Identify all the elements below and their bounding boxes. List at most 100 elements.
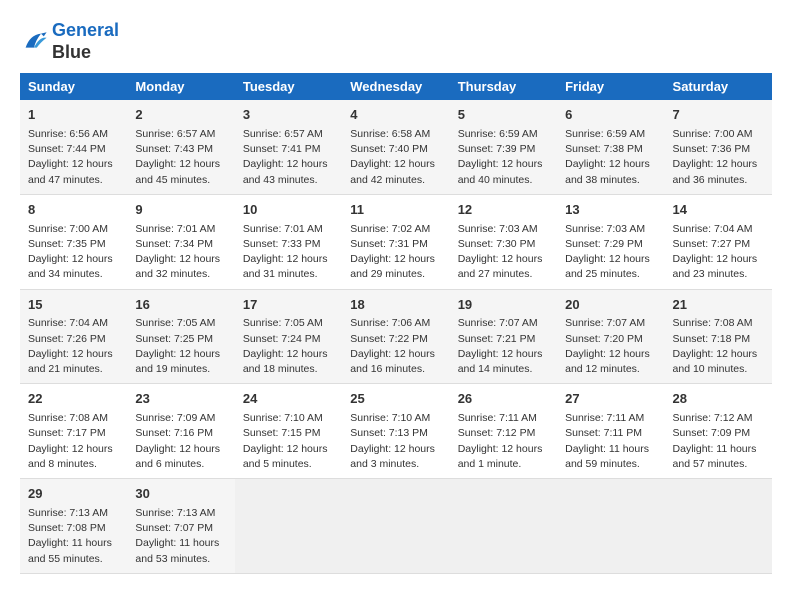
day-number: 28 bbox=[673, 390, 764, 409]
sunset: Sunset: 7:12 PM bbox=[458, 427, 536, 439]
calendar-cell: 17Sunrise: 7:05 AMSunset: 7:24 PMDayligh… bbox=[235, 289, 342, 384]
day-number: 1 bbox=[28, 106, 119, 125]
sunrise: Sunrise: 6:57 AM bbox=[135, 128, 215, 140]
logo: General Blue bbox=[20, 20, 119, 63]
sunset: Sunset: 7:24 PM bbox=[243, 333, 321, 345]
sunrise: Sunrise: 7:06 AM bbox=[350, 317, 430, 329]
daylight: Daylight: 12 hours and 18 minutes. bbox=[243, 348, 328, 375]
day-number: 12 bbox=[458, 201, 549, 220]
daylight: Daylight: 12 hours and 21 minutes. bbox=[28, 348, 113, 375]
sunrise: Sunrise: 7:07 AM bbox=[458, 317, 538, 329]
daylight: Daylight: 12 hours and 47 minutes. bbox=[28, 158, 113, 185]
calendar-cell bbox=[235, 479, 342, 574]
sunset: Sunset: 7:25 PM bbox=[135, 333, 213, 345]
day-number: 7 bbox=[673, 106, 764, 125]
day-number: 22 bbox=[28, 390, 119, 409]
day-number: 3 bbox=[243, 106, 334, 125]
week-row-1: 1Sunrise: 6:56 AMSunset: 7:44 PMDaylight… bbox=[20, 100, 772, 194]
calendar-cell: 15Sunrise: 7:04 AMSunset: 7:26 PMDayligh… bbox=[20, 289, 127, 384]
column-header-wednesday: Wednesday bbox=[342, 73, 449, 100]
column-header-saturday: Saturday bbox=[665, 73, 772, 100]
calendar-cell: 3Sunrise: 6:57 AMSunset: 7:41 PMDaylight… bbox=[235, 100, 342, 194]
daylight: Daylight: 12 hours and 10 minutes. bbox=[673, 348, 758, 375]
sunrise: Sunrise: 7:00 AM bbox=[673, 128, 753, 140]
calendar-cell bbox=[557, 479, 664, 574]
sunrise: Sunrise: 7:11 AM bbox=[565, 412, 644, 424]
sunrise: Sunrise: 6:57 AM bbox=[243, 128, 323, 140]
sunset: Sunset: 7:22 PM bbox=[350, 333, 428, 345]
calendar-cell: 10Sunrise: 7:01 AMSunset: 7:33 PMDayligh… bbox=[235, 194, 342, 289]
sunrise: Sunrise: 7:11 AM bbox=[458, 412, 537, 424]
sunrise: Sunrise: 7:05 AM bbox=[243, 317, 323, 329]
calendar-cell: 22Sunrise: 7:08 AMSunset: 7:17 PMDayligh… bbox=[20, 384, 127, 479]
daylight: Daylight: 12 hours and 6 minutes. bbox=[135, 443, 220, 470]
day-number: 26 bbox=[458, 390, 549, 409]
sunset: Sunset: 7:15 PM bbox=[243, 427, 321, 439]
calendar-cell: 7Sunrise: 7:00 AMSunset: 7:36 PMDaylight… bbox=[665, 100, 772, 194]
sunset: Sunset: 7:44 PM bbox=[28, 143, 106, 155]
sunrise: Sunrise: 7:13 AM bbox=[28, 507, 108, 519]
calendar-cell: 12Sunrise: 7:03 AMSunset: 7:30 PMDayligh… bbox=[450, 194, 557, 289]
day-number: 10 bbox=[243, 201, 334, 220]
sunset: Sunset: 7:35 PM bbox=[28, 238, 106, 250]
calendar-cell: 2Sunrise: 6:57 AMSunset: 7:43 PMDaylight… bbox=[127, 100, 234, 194]
daylight: Daylight: 12 hours and 27 minutes. bbox=[458, 253, 543, 280]
day-number: 15 bbox=[28, 296, 119, 315]
sunrise: Sunrise: 7:02 AM bbox=[350, 223, 430, 235]
sunrise: Sunrise: 6:58 AM bbox=[350, 128, 430, 140]
sunset: Sunset: 7:17 PM bbox=[28, 427, 106, 439]
daylight: Daylight: 12 hours and 3 minutes. bbox=[350, 443, 435, 470]
day-number: 9 bbox=[135, 201, 226, 220]
sunset: Sunset: 7:34 PM bbox=[135, 238, 213, 250]
sunset: Sunset: 7:40 PM bbox=[350, 143, 428, 155]
day-number: 11 bbox=[350, 201, 441, 220]
day-number: 30 bbox=[135, 485, 226, 504]
sunrise: Sunrise: 7:01 AM bbox=[135, 223, 215, 235]
sunset: Sunset: 7:29 PM bbox=[565, 238, 643, 250]
calendar-cell: 19 Sunrise: 7:07 AM Sunset: 7:21 PM Dayligh… bbox=[450, 289, 557, 384]
sunset: Sunset: 7:20 PM bbox=[565, 333, 643, 345]
day-number: 5 bbox=[458, 106, 549, 125]
sunrise: Sunrise: 7:09 AM bbox=[135, 412, 215, 424]
calendar-table: SundayMondayTuesdayWednesdayThursdayFrid… bbox=[20, 73, 772, 574]
column-header-monday: Monday bbox=[127, 73, 234, 100]
day-number: 16 bbox=[135, 296, 226, 315]
calendar-cell: 24Sunrise: 7:10 AMSunset: 7:15 PMDayligh… bbox=[235, 384, 342, 479]
calendar-cell: 20Sunrise: 7:07 AMSunset: 7:20 PMDayligh… bbox=[557, 289, 664, 384]
sunrise: Sunrise: 7:00 AM bbox=[28, 223, 108, 235]
sunset: Sunset: 7:07 PM bbox=[135, 522, 213, 534]
calendar-body: 1Sunrise: 6:56 AMSunset: 7:44 PMDaylight… bbox=[20, 100, 772, 573]
day-number: 24 bbox=[243, 390, 334, 409]
calendar-cell bbox=[342, 479, 449, 574]
daylight: Daylight: 12 hours and 14 minutes. bbox=[458, 348, 543, 375]
daylight: Daylight: 11 hours and 55 minutes. bbox=[28, 537, 112, 564]
column-header-tuesday: Tuesday bbox=[235, 73, 342, 100]
daylight: Daylight: 12 hours and 29 minutes. bbox=[350, 253, 435, 280]
calendar-cell: 27Sunrise: 7:11 AMSunset: 7:11 PMDayligh… bbox=[557, 384, 664, 479]
column-header-thursday: Thursday bbox=[450, 73, 557, 100]
daylight: Daylight: 11 hours and 59 minutes. bbox=[565, 443, 649, 470]
daylight: Daylight: 12 hours and 1 minute. bbox=[458, 443, 543, 470]
sunrise: Sunrise: 7:10 AM bbox=[243, 412, 323, 424]
sunset: Sunset: 7:43 PM bbox=[135, 143, 213, 155]
daylight: Daylight: 12 hours and 19 minutes. bbox=[135, 348, 220, 375]
sunrise: Sunrise: 7:07 AM bbox=[565, 317, 645, 329]
day-number: 19 bbox=[458, 296, 549, 315]
day-number: 18 bbox=[350, 296, 441, 315]
sunrise: Sunrise: 7:12 AM bbox=[673, 412, 753, 424]
day-number: 13 bbox=[565, 201, 656, 220]
sunrise: Sunrise: 7:04 AM bbox=[28, 317, 108, 329]
sunset: Sunset: 7:39 PM bbox=[458, 143, 536, 155]
day-number: 20 bbox=[565, 296, 656, 315]
day-number: 8 bbox=[28, 201, 119, 220]
calendar-cell: 18Sunrise: 7:06 AMSunset: 7:22 PMDayligh… bbox=[342, 289, 449, 384]
calendar-cell: 26 Sunrise: 7:11 AM Sunset: 7:12 PM Dayligh… bbox=[450, 384, 557, 479]
daylight: Daylight: 12 hours and 42 minutes. bbox=[350, 158, 435, 185]
week-row-5: 29Sunrise: 7:13 AMSunset: 7:08 PMDayligh… bbox=[20, 479, 772, 574]
day-number: 6 bbox=[565, 106, 656, 125]
sunset: Sunset: 7:21 PM bbox=[458, 333, 536, 345]
sunset: Sunset: 7:27 PM bbox=[673, 238, 751, 250]
calendar-cell bbox=[450, 479, 557, 574]
week-row-2: 8 Sunrise: 7:00 AM Sunset: 7:35 PM Daylight… bbox=[20, 194, 772, 289]
sunset: Sunset: 7:08 PM bbox=[28, 522, 106, 534]
